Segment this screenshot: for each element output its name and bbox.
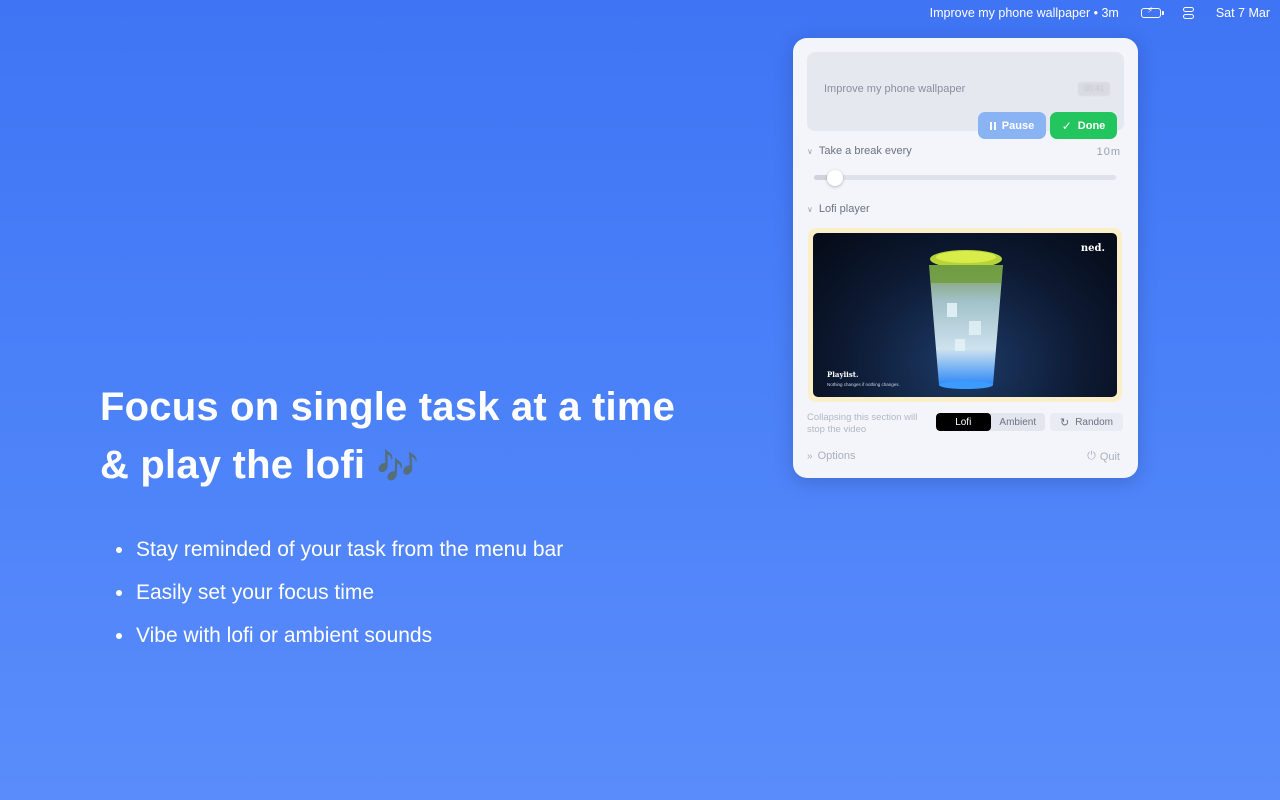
menubar-date[interactable]: Sat 7 Mar <box>1216 6 1270 20</box>
video-subtitle: Nothing changes if nothing changes. <box>827 382 900 387</box>
break-section-label: Take a break every <box>818 145 912 157</box>
hero-heading: Focus on single task at a time & play th… <box>100 378 675 496</box>
break-interval-value: 10m <box>1096 146 1121 158</box>
task-card: Improve my phone wallpaper 00:41 Pause ✓… <box>807 52 1124 139</box>
collapse-note: Collapsing this section will stop the vi… <box>807 412 918 435</box>
sound-mode-switch: Lofi Ambient <box>936 413 1045 431</box>
quit-label: Quit <box>1099 450 1120 463</box>
options-button[interactable]: » Options <box>807 450 855 462</box>
feature-text: Easily set your focus time <box>136 581 375 604</box>
hero: Focus on single task at a time & play th… <box>100 378 675 657</box>
done-button[interactable]: ✓ Done <box>1050 112 1117 139</box>
bullet-dot <box>116 632 122 639</box>
lofi-video-frame: ned. Playlist. Nothing changes if nothin… <box>808 228 1122 402</box>
chevron-down-icon: ∨ <box>807 146 813 156</box>
lofi-video[interactable]: ned. Playlist. Nothing changes if nothin… <box>813 233 1117 397</box>
hero-line-1: Focus on single task at a time <box>100 385 676 429</box>
menu-bar: Improve my phone wallpaper • 3m ⚡ Sat 7 … <box>0 0 1280 26</box>
iced-drink-image <box>929 250 1003 389</box>
chevron-down-icon: ∨ <box>807 204 813 214</box>
pause-icon <box>989 121 996 130</box>
break-section-toggle[interactable]: ∨ Take a break every <box>807 145 912 157</box>
feature-text: Stay reminded of your task from the menu… <box>136 538 564 561</box>
bullet-dot <box>116 589 122 596</box>
feature-item: Easily set your focus time <box>100 571 675 614</box>
pause-label: Pause <box>1001 119 1035 132</box>
slider-thumb[interactable] <box>827 170 844 186</box>
pause-button[interactable]: Pause <box>978 112 1046 139</box>
check-icon: ✓ <box>1061 118 1072 133</box>
battery-icon[interactable]: ⚡ <box>1140 5 1164 18</box>
mode-lofi[interactable]: Lofi <box>936 413 991 431</box>
feature-text: Vibe with lofi or ambient sounds <box>136 624 433 647</box>
random-button[interactable]: ↻ Random <box>1050 413 1123 431</box>
task-timer-badge: 00:41 <box>1078 82 1110 96</box>
quit-button[interactable]: ⏻ Quit <box>1087 450 1120 463</box>
menubar-task-status[interactable]: Improve my phone wallpaper • 3m <box>930 6 1119 20</box>
options-label: Options <box>817 450 856 462</box>
feature-item: Vibe with lofi or ambient sounds <box>100 614 675 657</box>
bullet-dot <box>116 546 122 553</box>
double-chevron-right-icon: » <box>807 450 813 462</box>
video-caption: Playlist. <box>827 370 859 379</box>
video-brand: ned. <box>1080 243 1105 254</box>
lofi-section-toggle[interactable]: ∨ Lofi player <box>807 203 870 215</box>
break-interval-slider[interactable] <box>814 170 1116 186</box>
feature-list: Stay reminded of your task from the menu… <box>100 528 675 657</box>
focus-panel: Improve my phone wallpaper 00:41 Pause ✓… <box>793 38 1138 478</box>
feature-item: Stay reminded of your task from the menu… <box>100 528 675 571</box>
hero-line-2: & play the lofi <box>100 443 366 487</box>
done-label: Done <box>1077 119 1106 132</box>
mode-ambient[interactable]: Ambient <box>991 413 1046 431</box>
task-title: Improve my phone wallpaper <box>824 83 966 95</box>
random-label: Random <box>1075 416 1114 428</box>
lofi-section-label: Lofi player <box>818 203 870 215</box>
music-notes-icon: 🎶 <box>376 448 420 486</box>
control-center-icon[interactable] <box>1182 7 1194 19</box>
refresh-icon: ↻ <box>1059 416 1070 429</box>
power-icon: ⏻ <box>1087 450 1096 462</box>
